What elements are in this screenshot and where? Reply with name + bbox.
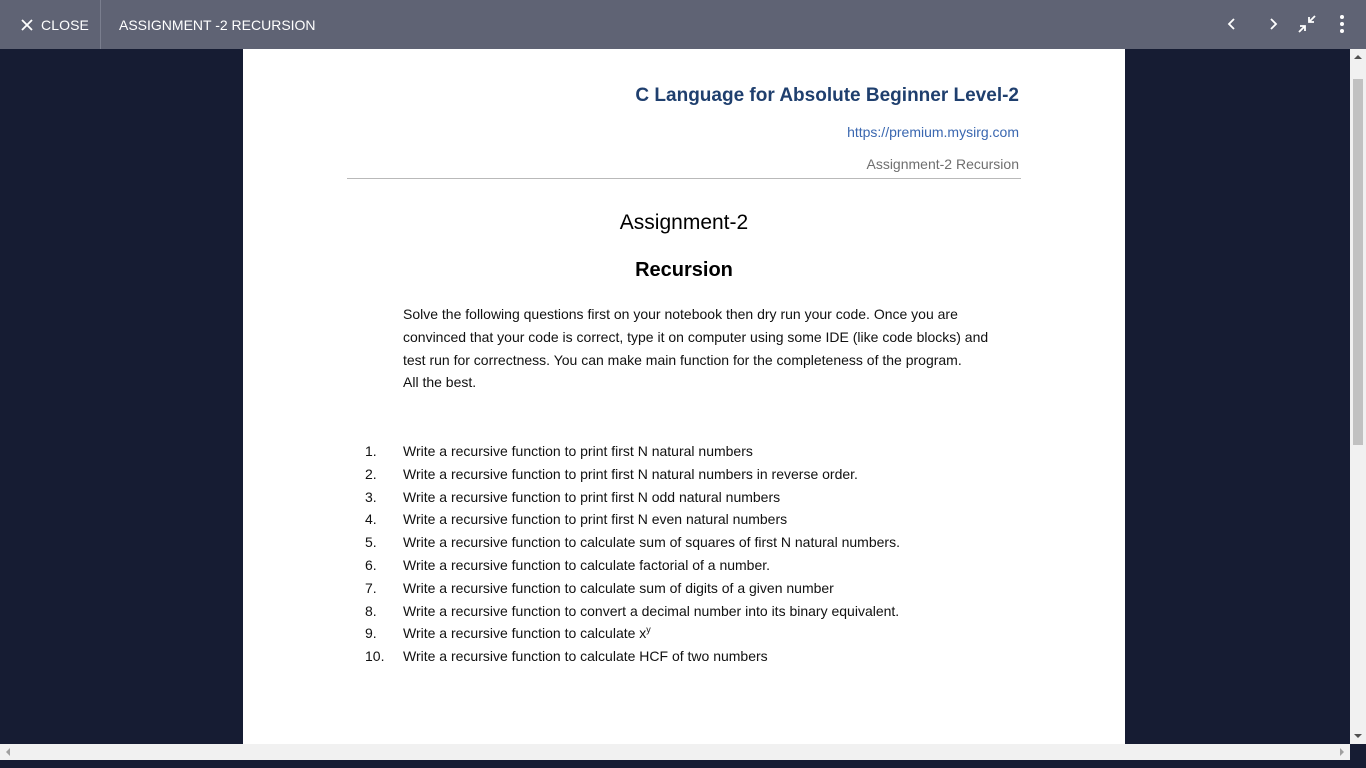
item-number: 1.: [365, 443, 377, 459]
instructions: Solve the following questions first on y…: [403, 303, 1013, 394]
more-options-button[interactable]: [1330, 12, 1354, 36]
list-item: 7. Write a recursive function to calculat…: [365, 577, 1005, 600]
triangle-up-icon: [1354, 55, 1362, 59]
item-text: Write a recursive function to print firs…: [403, 443, 753, 459]
triangle-right-icon: [1340, 748, 1344, 756]
list-item: 9. Write a recursive function to calculat…: [365, 622, 1005, 645]
header-subtitle: Assignment-2 Recursion: [866, 156, 1019, 172]
topic-heading: Recursion: [635, 259, 733, 281]
document-page: C Language for Absolute Beginner Level-2…: [243, 49, 1125, 744]
item-text: Write a recursive function to calculate …: [403, 534, 900, 551]
horizontal-scrollbar[interactable]: [0, 744, 1350, 760]
list-item: 5. Write a recursive function to calculat…: [365, 531, 1005, 554]
item-number: 7.: [365, 579, 377, 596]
exit-fullscreen-button[interactable]: [1295, 12, 1319, 36]
exponent: y: [646, 624, 651, 635]
scroll-down-arrow[interactable]: [1350, 728, 1366, 744]
question-list: 1. Write a recursive function to print fi…: [365, 440, 1005, 668]
scroll-left-arrow[interactable]: [0, 744, 16, 760]
item-text: Write a recursive function to calculate …: [403, 622, 651, 645]
more-vert-icon: [1340, 15, 1344, 33]
list-item: 10. Write a recursive function to calcula…: [365, 645, 1005, 668]
chevron-right-icon: [1270, 18, 1278, 30]
item-text: Write a recursive function to print firs…: [403, 511, 788, 528]
item-text: Write a recursive function to calculate …: [403, 648, 768, 665]
assignment-heading: Assignment-2: [619, 211, 749, 234]
list-item: 1. Write a recursive function to print fi…: [365, 440, 1005, 463]
item-number: 3.: [365, 488, 377, 505]
item-number: 6.: [365, 556, 377, 573]
vertical-scrollbar[interactable]: [1350, 49, 1366, 744]
item-number: 8.: [365, 602, 377, 619]
scroll-right-arrow[interactable]: [1334, 744, 1350, 760]
item-number: 4.: [365, 511, 377, 528]
course-title: C Language for Absolute Beginner Level-2: [635, 85, 1019, 106]
item-text: Write a recursive function to calculate …: [403, 556, 771, 573]
list-item: 2. Write a recursive function to print fi…: [365, 463, 1005, 486]
exit-fullscreen-icon: [1298, 15, 1316, 33]
item-number: 5.: [365, 534, 377, 551]
vertical-scroll-thumb[interactable]: [1353, 79, 1363, 445]
item-number: 10.: [365, 648, 385, 665]
item-number: 9.: [365, 625, 377, 642]
item-number: 2.: [365, 465, 377, 482]
triangle-left-icon: [6, 748, 10, 756]
header-divider: [347, 178, 1021, 179]
closing-text: All the best.: [403, 374, 477, 391]
item-text: Write a recursive function to print firs…: [403, 488, 781, 505]
document-title: ASSIGNMENT -2 RECURSION: [119, 16, 316, 33]
scroll-up-arrow[interactable]: [1350, 49, 1366, 65]
list-item: 3. Write a recursive function to print fi…: [365, 486, 1005, 509]
item-text-main: Write a recursive function to calculate …: [403, 625, 647, 642]
close-label: CLOSE: [41, 16, 89, 33]
instructions-text: Solve the following questions first on y…: [403, 306, 989, 368]
chevron-left-icon: [1227, 18, 1235, 30]
triangle-down-icon: [1354, 734, 1362, 738]
item-text: Write a recursive function to print firs…: [403, 465, 858, 482]
list-item: 6. Write a recursive function to calculat…: [365, 554, 1005, 577]
previous-button[interactable]: [1220, 12, 1244, 36]
list-item: 8. Write a recursive function to convert …: [365, 600, 1005, 623]
viewer-toolbar: CLOSE ASSIGNMENT -2 RECURSION: [0, 0, 1366, 49]
item-text: Write a recursive function to convert a …: [403, 602, 900, 619]
course-url[interactable]: https://premium.mysirg.com: [847, 124, 1019, 140]
viewer-bottom-edge: [0, 760, 1366, 768]
next-button[interactable]: [1261, 12, 1285, 36]
close-button[interactable]: CLOSE: [0, 0, 101, 49]
close-icon: [21, 18, 33, 31]
item-text: Write a recursive function to calculate …: [403, 579, 834, 596]
list-item: 4. Write a recursive function to print fi…: [365, 508, 1005, 531]
